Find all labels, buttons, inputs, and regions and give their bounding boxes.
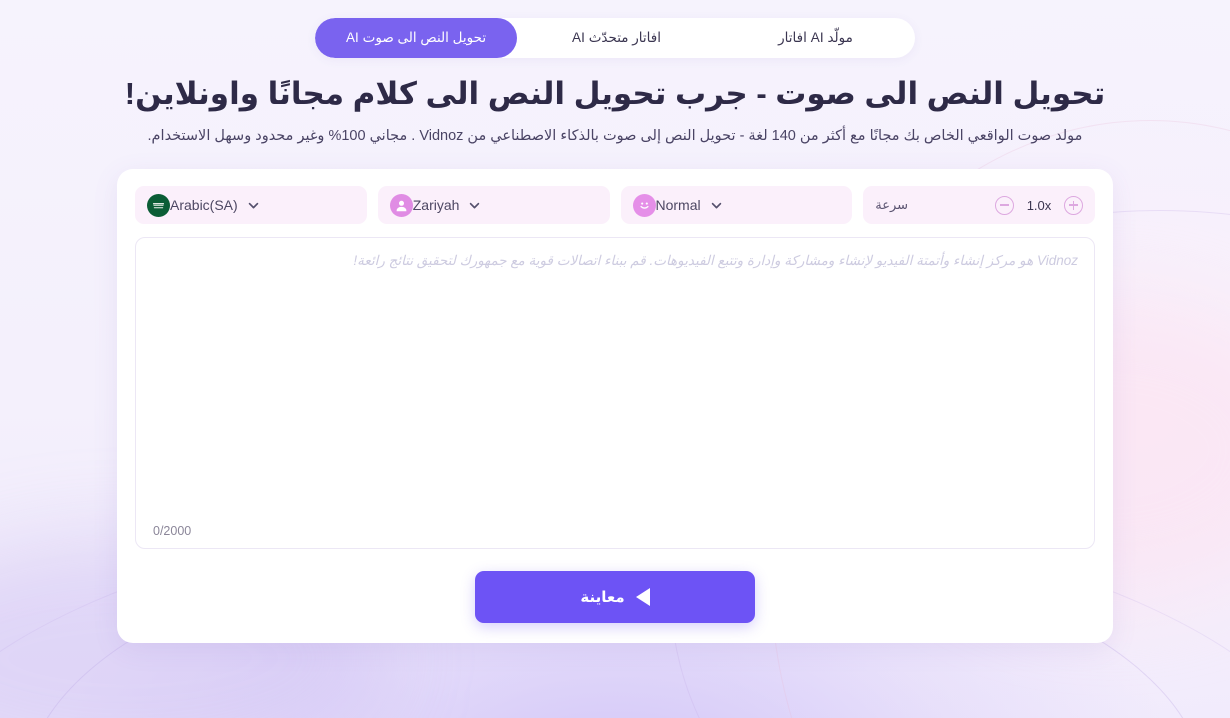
speed-stepper: 1.0x <box>995 195 1083 215</box>
speed-value: 1.0x <box>1026 197 1052 213</box>
preview-button-label: معاينة <box>580 589 625 607</box>
voice-value: Zariyah <box>412 197 460 214</box>
tab-bar-wrapper: مولّد AI افاتار افاتار متحدّث AI تحويل ا… <box>0 0 1230 58</box>
page-title: تحويل النص الى صوت - جرب تحويل النص الى … <box>124 76 1106 111</box>
text-input-area[interactable]: Vidnoz هو مركز إنشاء وأتمتة الفيديو لإنش… <box>135 237 1095 550</box>
emotion-value: Normal <box>655 197 701 214</box>
play-icon <box>635 588 650 607</box>
language-value: Arabic(SA) <box>170 197 238 214</box>
tab-bar: مولّد AI افاتار افاتار متحدّث AI تحويل ا… <box>315 18 915 58</box>
saudi-arabia-flag-icon <box>147 193 170 217</box>
character-counter: 0/2000 <box>153 524 192 539</box>
tab-label: افاتار متحدّث AI <box>572 30 661 45</box>
page-root: مولّد AI افاتار افاتار متحدّث AI تحويل ا… <box>0 0 1230 718</box>
controls-row: 1.0x سرعة Normal Zariyah Arabic(SA) <box>135 186 1095 225</box>
minus-circle-icon[interactable] <box>995 195 1014 215</box>
tab-ai-avatar-generator[interactable]: مولّد AI افاتار <box>716 18 915 58</box>
tab-label: تحويل النص الى صوت AI <box>345 30 487 45</box>
plus-circle-icon[interactable] <box>1064 195 1083 215</box>
person-avatar-icon <box>389 193 413 217</box>
smiley-face-icon <box>632 193 656 217</box>
speed-label: سرعة <box>875 197 909 213</box>
page-subtitle: مولد صوت الواقعي الخاص بك مجانًا مع أكثر… <box>147 127 1083 144</box>
tab-talking-avatar[interactable]: افاتار متحدّث AI <box>517 18 716 58</box>
text-input-placeholder: Vidnoz هو مركز إنشاء وأتمتة الفيديو لإنش… <box>353 253 1078 269</box>
emotion-dropdown[interactable]: Normal <box>620 186 853 225</box>
speed-control[interactable]: 1.0x سرعة <box>863 186 1095 225</box>
voice-dropdown[interactable]: Zariyah <box>377 186 610 225</box>
chevron-down-icon <box>710 199 723 212</box>
preview-button[interactable]: معاينة <box>475 571 755 624</box>
language-dropdown[interactable]: Arabic(SA) <box>135 186 367 225</box>
chevron-down-icon <box>247 199 260 212</box>
tts-card: 1.0x سرعة Normal Zariyah Arabic(SA) Vidn… <box>117 169 1113 644</box>
chevron-down-icon <box>468 199 481 212</box>
action-row: معاينة <box>135 571 1095 624</box>
tab-text-to-speech[interactable]: تحويل النص الى صوت AI <box>315 18 517 58</box>
tab-label: مولّد AI افاتار <box>778 30 853 45</box>
